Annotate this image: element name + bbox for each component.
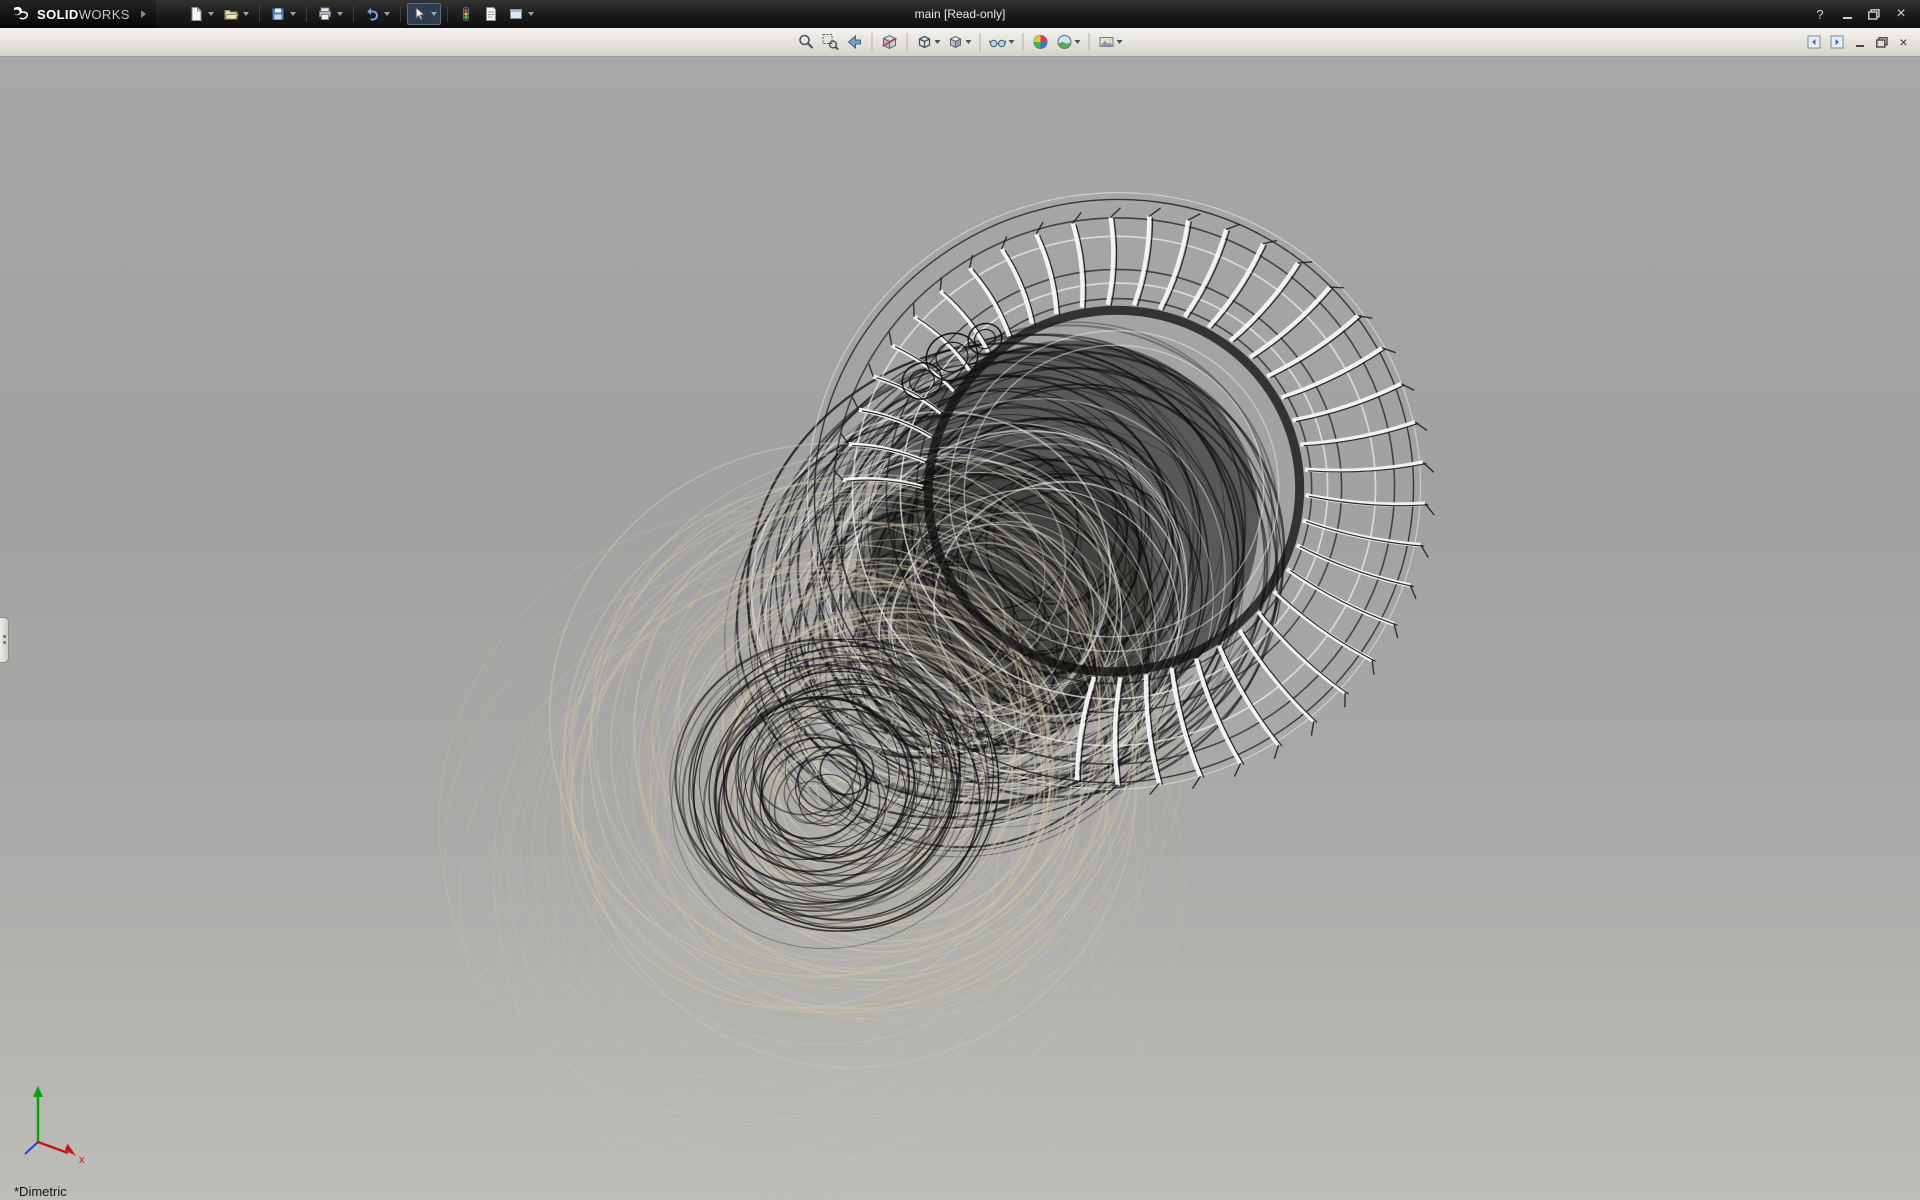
rebuild-button[interactable] bbox=[454, 3, 478, 25]
toolbar-separator bbox=[447, 6, 448, 22]
view-settings-icon bbox=[1098, 33, 1116, 51]
apply-scene-button[interactable] bbox=[1054, 30, 1083, 54]
document-title: main [Read-only] bbox=[915, 0, 1006, 28]
document-window-controls: × bbox=[1807, 32, 1920, 52]
show-display-pane-button[interactable] bbox=[1830, 32, 1844, 52]
dropdown-arrow-icon[interactable] bbox=[1075, 40, 1081, 44]
zoom-to-area-icon bbox=[822, 33, 840, 51]
panel-splitter-handle[interactable] bbox=[0, 617, 9, 663]
graphics-viewport[interactable]: x *Dimetric bbox=[0, 57, 1920, 1200]
dropdown-arrow-icon[interactable] bbox=[208, 12, 214, 16]
solidworks-brand: SOLIDWORKS bbox=[0, 0, 156, 28]
triad-x-label: x bbox=[79, 1154, 85, 1166]
toolbar-separator bbox=[353, 6, 354, 22]
restore-button[interactable] bbox=[1867, 4, 1881, 24]
view-settings-button[interactable] bbox=[1096, 30, 1125, 54]
dropdown-arrow-icon[interactable] bbox=[1009, 40, 1015, 44]
dropdown-arrow-icon[interactable] bbox=[384, 12, 390, 16]
dropdown-arrow-icon[interactable] bbox=[290, 12, 296, 16]
hide-show-items-glasses-icon bbox=[989, 33, 1008, 51]
dassault-3ds-logo-icon bbox=[8, 5, 30, 23]
save-icon bbox=[270, 6, 286, 22]
edit-appearance-ball-icon bbox=[1032, 33, 1050, 51]
headsup-view-toolbar bbox=[796, 30, 1125, 54]
new-document-button[interactable] bbox=[184, 3, 218, 25]
undo-button[interactable] bbox=[360, 3, 394, 25]
open-folder-icon bbox=[223, 6, 239, 22]
pane-arrow-left-icon bbox=[1807, 35, 1821, 49]
restore-icon bbox=[1868, 9, 1880, 20]
edit-appearance-button[interactable] bbox=[1030, 30, 1052, 54]
view-orientation-label: *Dimetric bbox=[14, 1184, 67, 1199]
close-button[interactable]: × bbox=[1894, 4, 1908, 24]
zoom-to-area-button[interactable] bbox=[820, 30, 842, 54]
section-view-button[interactable] bbox=[879, 30, 901, 54]
titlebar: SOLIDWORKS bbox=[0, 0, 1920, 28]
print-icon bbox=[317, 6, 333, 22]
toolbar-separator bbox=[1023, 33, 1024, 51]
select-cursor-icon bbox=[411, 6, 427, 22]
minimize-document-button[interactable] bbox=[1853, 32, 1866, 52]
file-properties-icon bbox=[483, 6, 499, 22]
save-button[interactable] bbox=[266, 3, 300, 25]
dropdown-arrow-icon[interactable] bbox=[528, 12, 534, 16]
main-toolbar bbox=[184, 3, 538, 25]
toolbar-separator bbox=[1089, 33, 1090, 51]
restore-document-icon bbox=[1876, 37, 1888, 48]
toolbar-separator bbox=[980, 33, 981, 51]
brand-text: SOLIDWORKS bbox=[37, 7, 130, 22]
options-panel-icon bbox=[508, 6, 524, 22]
minimize-button[interactable] bbox=[1840, 4, 1854, 24]
hide-show-items-button[interactable] bbox=[987, 30, 1017, 54]
print-button[interactable] bbox=[313, 3, 347, 25]
toolbar-separator bbox=[872, 33, 873, 51]
display-style-button[interactable] bbox=[945, 30, 974, 54]
zoom-to-fit-icon bbox=[798, 33, 816, 51]
undo-icon bbox=[364, 6, 380, 22]
view-orientation-cube-icon bbox=[916, 33, 934, 51]
engine-wireframe-model[interactable] bbox=[0, 57, 1920, 1200]
dropdown-arrow-icon[interactable] bbox=[243, 12, 249, 16]
apply-scene-icon bbox=[1056, 33, 1074, 51]
orientation-triad: x bbox=[16, 1080, 96, 1166]
zoom-to-fit-button[interactable] bbox=[796, 30, 818, 54]
close-document-button[interactable]: × bbox=[1897, 32, 1910, 52]
toolbar-separator bbox=[400, 6, 401, 22]
headsup-toolbar-row: × bbox=[0, 28, 1920, 57]
file-properties-button[interactable] bbox=[479, 3, 503, 25]
dropdown-arrow-icon[interactable] bbox=[935, 40, 941, 44]
show-featuremanager-button[interactable] bbox=[1807, 32, 1821, 52]
toolbar-separator bbox=[259, 6, 260, 22]
toolbar-separator bbox=[907, 33, 908, 51]
dropdown-arrow-icon[interactable] bbox=[337, 12, 343, 16]
help-button[interactable]: ? bbox=[1813, 4, 1827, 24]
restore-document-button[interactable] bbox=[1875, 32, 1888, 52]
menu-flyout-arrow[interactable] bbox=[141, 10, 146, 18]
options-button[interactable] bbox=[504, 3, 538, 25]
previous-view-button[interactable] bbox=[844, 30, 866, 54]
open-button[interactable] bbox=[219, 3, 253, 25]
select-tool-button[interactable] bbox=[407, 3, 441, 25]
dropdown-arrow-icon[interactable] bbox=[1117, 40, 1123, 44]
pane-arrow-right-icon bbox=[1830, 35, 1844, 49]
rebuild-stoplight-icon bbox=[458, 6, 474, 22]
window-controls: ? × bbox=[1813, 4, 1920, 24]
dropdown-arrow-icon[interactable] bbox=[966, 40, 972, 44]
dropdown-arrow-icon[interactable] bbox=[431, 12, 437, 16]
new-document-icon bbox=[188, 6, 204, 22]
section-view-icon bbox=[881, 33, 899, 51]
toolbar-separator bbox=[306, 6, 307, 22]
display-style-icon bbox=[947, 33, 965, 51]
previous-view-icon bbox=[846, 33, 864, 51]
solidworks-window: SOLIDWORKS bbox=[0, 0, 1920, 1200]
view-orientation-button[interactable] bbox=[914, 30, 943, 54]
